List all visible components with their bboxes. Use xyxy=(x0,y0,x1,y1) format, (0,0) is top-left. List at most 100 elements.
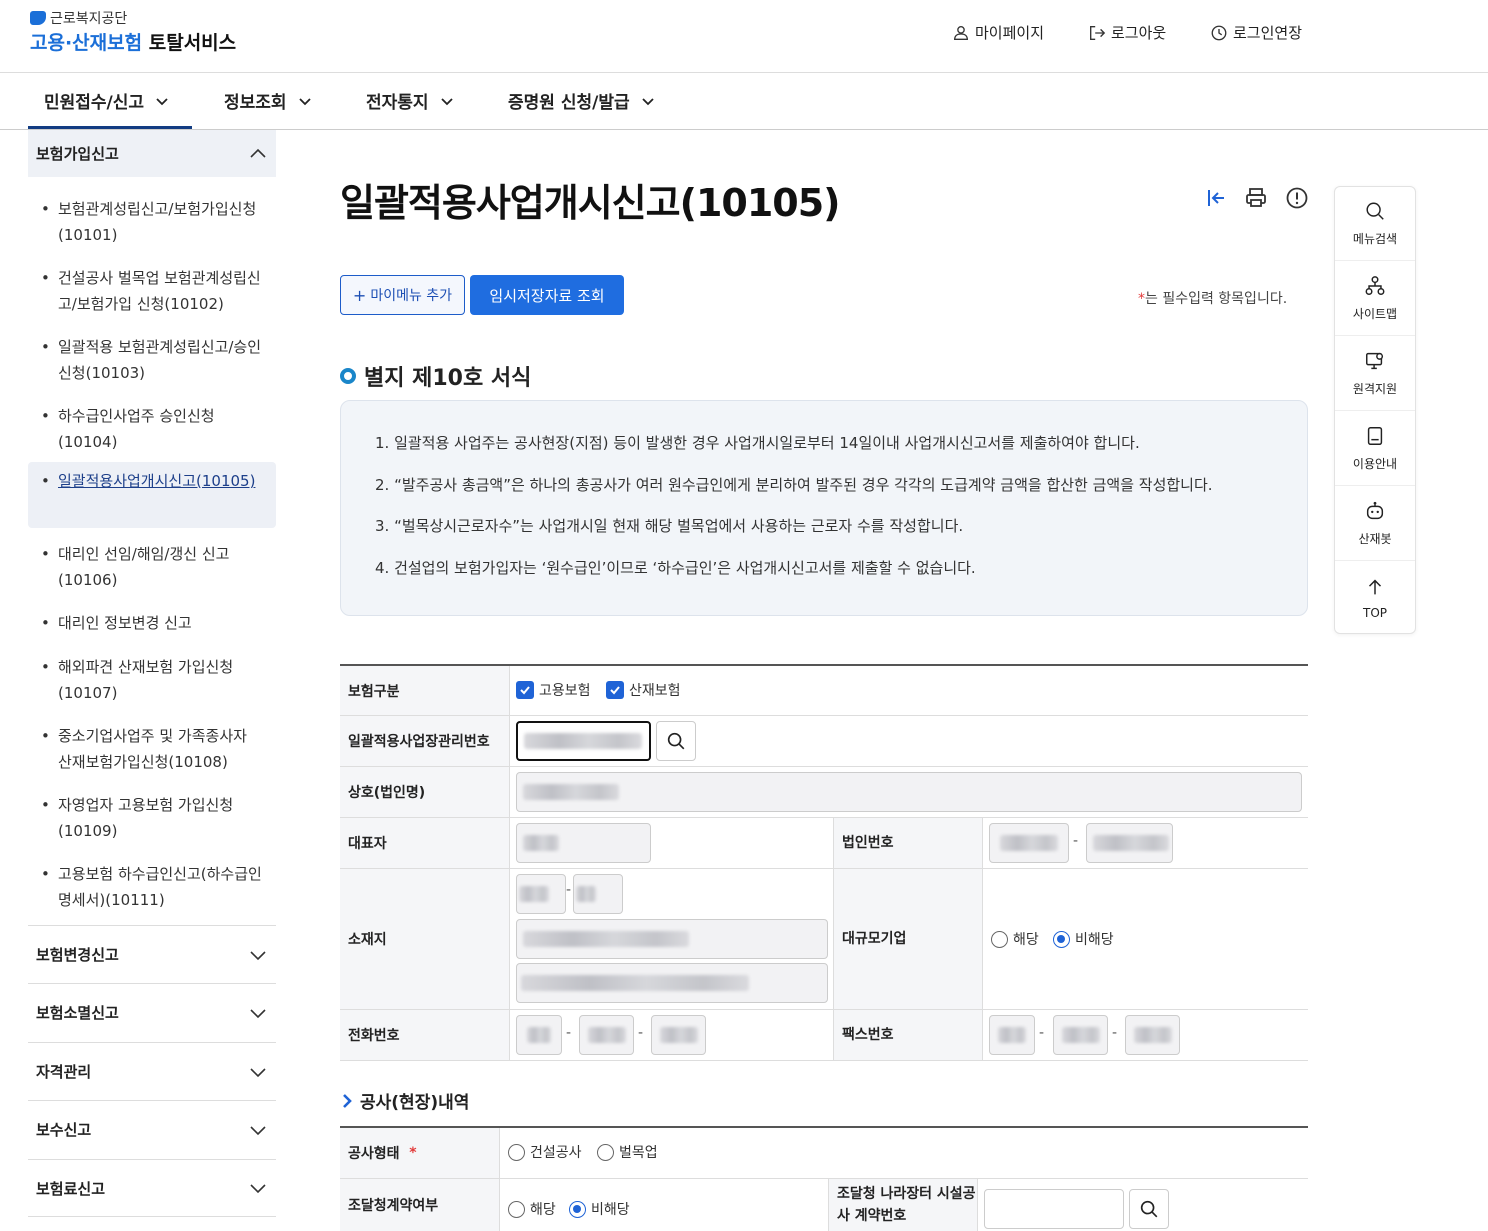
quick-sitemap[interactable]: 사이트맵 xyxy=(1335,262,1415,336)
phone-input-3[interactable] xyxy=(651,1015,706,1055)
zip-input-2[interactable] xyxy=(573,874,623,914)
org-name: 근로복지공단 xyxy=(50,11,128,27)
work-type-logging-radio[interactable]: 벌목업 xyxy=(597,1142,658,1162)
fax-input-3[interactable] xyxy=(1125,1015,1180,1055)
lnb-item[interactable]: 하수급인사업주 승인신청(10104) xyxy=(28,397,276,461)
lnb-section-cancel[interactable]: 보험소멸신고 xyxy=(28,983,276,1041)
mypage-link[interactable]: 마이페이지 xyxy=(952,22,1044,43)
lnb-section-label: 보험료신고 xyxy=(36,1179,106,1198)
corp-no-input-2[interactable] xyxy=(1086,823,1173,863)
zip-input-1[interactable] xyxy=(516,874,566,914)
lnb-item[interactable]: 대리인 선임/해임/갱신 신고(10106) xyxy=(28,535,276,599)
rep-input[interactable] xyxy=(516,823,651,863)
large-corp-no-radio[interactable]: 비해당 xyxy=(1053,929,1114,949)
arrow-up-icon xyxy=(1368,579,1382,595)
lnb-section-qualification[interactable]: 자격관리 xyxy=(28,1042,276,1100)
lnb-section-label: 보험변경신고 xyxy=(36,946,119,964)
large-corp-yes-radio[interactable]: 해당 xyxy=(991,929,1039,949)
quick-menu-search[interactable]: 메뉴검색 xyxy=(1335,187,1415,261)
mgmt-no-input[interactable] xyxy=(516,721,651,761)
print-icon[interactable] xyxy=(1244,186,1268,210)
checkbox-label: 산재보험 xyxy=(629,683,681,699)
lnb-section-premium[interactable]: 보험료신고 xyxy=(28,1159,276,1217)
notice-box: 1. 일괄적용 사업주는 공사현장(지점) 등이 발생한 경우 사업개시일로부터… xyxy=(340,400,1308,616)
info-icon[interactable] xyxy=(1285,186,1309,210)
quick-top[interactable]: TOP xyxy=(1335,561,1415,635)
work-type-construction-radio[interactable]: 건설공사 xyxy=(508,1142,582,1162)
lnb-item[interactable]: 중소기업사업주 및 가족종사자 산재보험가입신청(10108) xyxy=(28,717,276,781)
lnb-section-wage[interactable]: 보수신고 xyxy=(28,1100,276,1158)
nara-contract-label: 조달청 나라장터 시설공사 계약번호 xyxy=(828,1179,978,1231)
redacted-value xyxy=(521,975,749,991)
address-label: 소재지 xyxy=(340,869,510,1009)
mgmt-no-search-button[interactable] xyxy=(656,721,696,761)
industrial-insurance-checkbox[interactable]: 산재보험 xyxy=(606,680,681,700)
radio-label: 해당 xyxy=(1013,932,1039,948)
gnb-item-info[interactable]: 정보조회 xyxy=(224,88,313,113)
remote-support-icon xyxy=(1366,352,1384,370)
gnb-item-civil[interactable]: 민원접수/신고 xyxy=(44,88,170,113)
quick-remote-support[interactable]: 원격지원 xyxy=(1335,337,1415,411)
lnb-item[interactable]: 자영업자 고용보험 가입신청(10109) xyxy=(28,786,276,850)
corp-no-input-1[interactable] xyxy=(989,823,1069,863)
collapse-left-icon[interactable] xyxy=(1204,186,1228,210)
fax-input-1[interactable] xyxy=(989,1015,1035,1055)
logout-link[interactable]: 로그아웃 xyxy=(1088,22,1166,43)
login-extend-link[interactable]: 로그인연장 xyxy=(1210,22,1302,43)
add-mymenu-button[interactable]: + 마이메뉴 추가 xyxy=(340,275,465,315)
employment-insurance-checkbox[interactable]: 고용보험 xyxy=(516,680,591,700)
service-logo[interactable]: 고용·산재보험 토탈서비스 xyxy=(30,28,236,55)
chevron-down-icon xyxy=(156,97,168,105)
phone-input-2[interactable] xyxy=(579,1015,634,1055)
redacted-value xyxy=(523,931,689,947)
form-section-title: 별지 제10호 서식 xyxy=(340,360,531,392)
address-input-2[interactable] xyxy=(516,963,828,1003)
gnb-label: 정보조회 xyxy=(224,93,287,113)
nara-contract-search-button[interactable] xyxy=(1129,1189,1169,1229)
dash: - xyxy=(638,1025,644,1041)
lnb-section-open[interactable]: 보험가입신고 xyxy=(28,130,276,177)
login-extend-label: 로그인연장 xyxy=(1233,24,1303,42)
dash: - xyxy=(1039,1025,1045,1041)
redacted-value xyxy=(524,733,642,749)
lnb-section-change[interactable]: 보험변경신고 xyxy=(28,925,276,983)
chevron-down-icon xyxy=(250,950,266,960)
procure-no-radio[interactable]: 비해당 xyxy=(569,1199,630,1219)
gnb-item-cert[interactable]: 증명원 신청/발급 xyxy=(508,88,656,113)
chevron-down-icon xyxy=(641,97,654,105)
lnb-item[interactable]: 건설공사 벌목업 보험관계성립신고/보험가입 신청(10102) xyxy=(28,259,276,323)
chevron-down-icon xyxy=(440,97,453,105)
work-type-label: 공사형태 * xyxy=(340,1128,500,1178)
phone-input-1[interactable] xyxy=(516,1015,562,1055)
bullet-ring-icon xyxy=(340,368,356,384)
procure-label: 조달청계약여부 xyxy=(340,1179,500,1231)
lnb-section-label: 보험가입신고 xyxy=(36,145,119,163)
chevron-down-icon xyxy=(250,1125,266,1135)
lnb-item-active[interactable]: 일괄적용사업개시신고(10105) xyxy=(28,462,276,528)
address-input-1[interactable] xyxy=(516,919,828,959)
lnb-item[interactable]: 대리인 정보변경 신고 xyxy=(28,604,276,642)
radio-circle xyxy=(991,930,1008,948)
service-title-dark: 토탈서비스 xyxy=(148,32,237,54)
radio-label: 비해당 xyxy=(1075,932,1114,948)
lnb-item[interactable]: 고용보험 하수급인신고(하수급인 명세서)(10111) xyxy=(28,855,276,919)
search-icon xyxy=(667,732,685,750)
company-input[interactable] xyxy=(516,772,1302,812)
lnb-item[interactable]: 일괄적용 보험관계성립신고/승인 신청(10103) xyxy=(28,328,276,392)
temp-save-lookup-button[interactable]: 임시저장자료 조회 xyxy=(470,275,624,315)
required-star: * xyxy=(1138,291,1145,307)
gnb-item-notice[interactable]: 전자통지 xyxy=(366,88,455,113)
nara-contract-input[interactable] xyxy=(984,1189,1124,1229)
redacted-value xyxy=(1062,1027,1100,1043)
quick-guide[interactable]: 이용안내 xyxy=(1335,412,1415,486)
procure-yes-radio[interactable]: 해당 xyxy=(508,1199,556,1219)
org-logo[interactable]: 근로복지공단 xyxy=(30,8,127,28)
plus-icon: + xyxy=(352,285,367,305)
fax-input-2[interactable] xyxy=(1053,1015,1108,1055)
lnb-item[interactable]: 보험관계성립신고/보험가입신청(10101) xyxy=(28,190,276,254)
required-note-text: 는 필수입력 항목입니다. xyxy=(1145,291,1288,307)
radio-circle xyxy=(597,1143,614,1161)
lnb-item[interactable]: 해외파견 산재보험 가입신청(10107) xyxy=(28,648,276,712)
quick-chatbot[interactable]: 산재봇 xyxy=(1335,487,1415,561)
mgmt-no-label: 일괄적용사업장관리번호 xyxy=(340,716,510,766)
